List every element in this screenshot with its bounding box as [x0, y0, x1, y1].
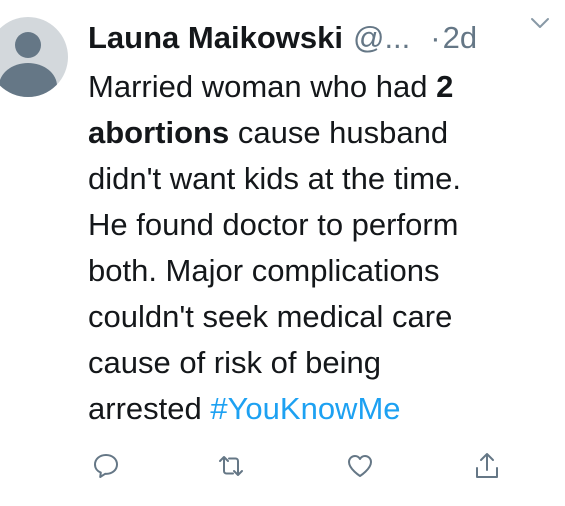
tweet-text-line: He found doctor to perform — [88, 207, 459, 242]
retweet-icon — [219, 456, 243, 476]
tweet-actions — [88, 448, 518, 488]
reply-button[interactable] — [88, 448, 124, 484]
tweet-text-line: both. Major complications — [88, 253, 440, 288]
heart-icon — [348, 455, 372, 477]
separator-dot: · — [430, 20, 441, 55]
author-name[interactable]: Launa Maikowski — [88, 20, 343, 56]
share-icon — [476, 453, 498, 478]
tweet-text-line: couldn't seek medical care — [88, 299, 453, 334]
tweet-text-segment: cause husband — [229, 115, 449, 150]
author-handle[interactable]: @... — [353, 20, 410, 56]
reply-icon — [94, 454, 118, 478]
chevron-down-icon[interactable] — [529, 12, 551, 34]
tweet-text-line: didn't want kids at the time. — [88, 161, 461, 196]
tweet-text-line: arrested #YouKnowMe — [88, 386, 558, 432]
retweet-button[interactable] — [213, 448, 249, 484]
tweet-text-bold: 2 — [436, 69, 454, 104]
tweet-text-line: cause of risk of being — [88, 345, 381, 380]
avatar[interactable] — [0, 17, 68, 97]
avatar-shoulders-shape — [0, 63, 57, 97]
tweet-text-segment: arrested — [88, 391, 211, 426]
avatar-head-shape — [15, 32, 41, 58]
tweet-card[interactable]: Launa Maikowski @... · 2d Married woman … — [0, 0, 565, 506]
hashtag-link[interactable]: #YouKnowMe — [210, 391, 400, 426]
tweet-text-line: Married woman who had 2 — [88, 64, 558, 110]
tweet-text: Married woman who had 2 abortions cause … — [88, 64, 558, 432]
like-button[interactable] — [342, 448, 378, 484]
tweet-text-segment: Married woman who had — [88, 69, 437, 104]
tweet-text-line: abortions cause husband — [88, 110, 558, 156]
timestamp[interactable]: 2d — [443, 20, 477, 56]
tweet-header: Launa Maikowski @... · 2d — [88, 16, 558, 60]
share-button[interactable] — [469, 448, 505, 484]
tweet-text-bold: abortions — [88, 115, 230, 150]
